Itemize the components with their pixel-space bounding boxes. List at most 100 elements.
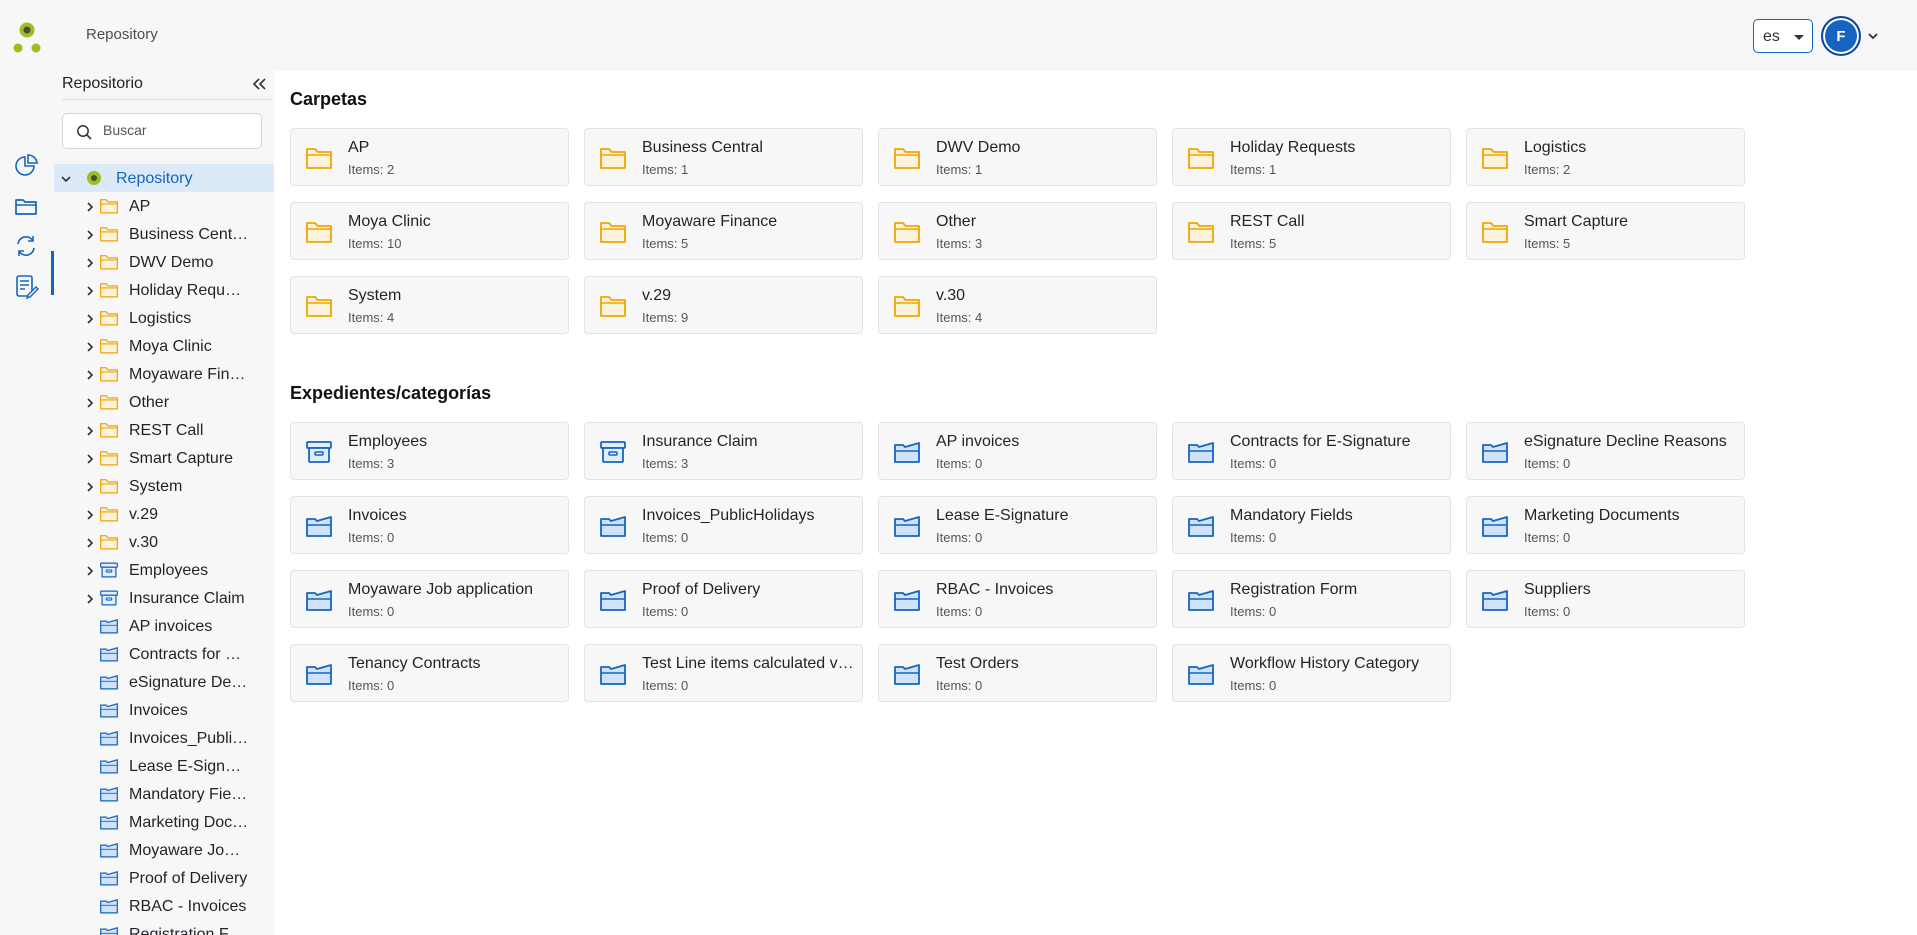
card-test-line-items-calculated-values[interactable]: Test Line items calculated values Items:… xyxy=(584,644,863,702)
card-suppliers[interactable]: Suppliers Items: 0 xyxy=(1466,570,1745,628)
card-other[interactable]: Other Items: 3 xyxy=(878,202,1157,260)
chevron-right-icon[interactable] xyxy=(84,312,96,324)
tree-item-invoices[interactable]: Invoices xyxy=(54,696,274,724)
tree-item-employees[interactable]: Employees xyxy=(54,556,274,584)
tree-item-v-29[interactable]: v.29 xyxy=(54,500,274,528)
chevron-right-icon[interactable] xyxy=(84,256,96,268)
tree-search[interactable] xyxy=(62,113,262,149)
card-business-central[interactable]: Business Central Items: 1 xyxy=(584,128,863,186)
tree-item-holiday-requests[interactable]: Holiday Requests xyxy=(54,276,274,304)
tree-item-dwv-demo[interactable]: DWV Demo xyxy=(54,248,274,276)
chevron-right-icon[interactable] xyxy=(84,368,96,380)
language-select[interactable]: es xyxy=(1753,19,1813,53)
card-dwv-demo[interactable]: DWV Demo Items: 1 xyxy=(878,128,1157,186)
tree-item-smart-capture[interactable]: Smart Capture xyxy=(54,444,274,472)
tree-item-system[interactable]: System xyxy=(54,472,274,500)
card-moya-clinic[interactable]: Moya Clinic Items: 10 xyxy=(290,202,569,260)
card-logistics[interactable]: Logistics Items: 2 xyxy=(1466,128,1745,186)
card-workflow-history-category[interactable]: Workflow History Category Items: 0 xyxy=(1172,644,1451,702)
tree-item-mandatory-fields[interactable]: Mandatory Fields xyxy=(54,780,274,808)
chevron-right-icon[interactable] xyxy=(84,200,96,212)
tree-item-moya-clinic[interactable]: Moya Clinic xyxy=(54,332,274,360)
card-name: Invoices_PublicHolidays xyxy=(642,507,815,524)
card-insurance-claim[interactable]: Insurance Claim Items: 3 xyxy=(584,422,863,480)
tree-item-esignature-decline-reasons[interactable]: eSignature Decline Reasons xyxy=(54,668,274,696)
tree-item-marketing-documents[interactable]: Marketing Documents xyxy=(54,808,274,836)
chevron-right-icon[interactable] xyxy=(84,452,96,464)
tree-item-label: Insurance Claim xyxy=(129,590,245,607)
chevron-right-icon[interactable] xyxy=(84,480,96,492)
tree-root-repository[interactable]: Repository xyxy=(54,164,274,192)
chevron-right-icon[interactable] xyxy=(84,228,96,240)
chevron-right-icon[interactable] xyxy=(84,424,96,436)
card-smart-capture[interactable]: Smart Capture Items: 5 xyxy=(1466,202,1745,260)
chevron-down-icon[interactable] xyxy=(1866,29,1880,43)
card-lease-e-signature[interactable]: Lease E-Signature Items: 0 xyxy=(878,496,1157,554)
tree-item-lease-e-signature[interactable]: Lease E-Signature xyxy=(54,752,274,780)
dashboard-pie-icon[interactable] xyxy=(11,151,41,181)
search-input[interactable] xyxy=(103,122,253,138)
card-v-29[interactable]: v.29 Items: 9 xyxy=(584,276,863,334)
card-test-orders[interactable]: Test Orders Items: 0 xyxy=(878,644,1157,702)
card-proof-of-delivery[interactable]: Proof of Delivery Items: 0 xyxy=(584,570,863,628)
tree-item-invoices-publicholidays[interactable]: Invoices_PublicHolidays xyxy=(54,724,274,752)
tree-item-insurance-claim[interactable]: Insurance Claim xyxy=(54,584,274,612)
chevron-right-icon[interactable] xyxy=(84,564,96,576)
tree-item-rest-call[interactable]: REST Call xyxy=(54,416,274,444)
chevron-down-icon[interactable] xyxy=(60,172,72,184)
tree-item-registration-form[interactable]: Registration Form xyxy=(54,920,274,935)
collapse-panel-icon[interactable] xyxy=(250,75,268,93)
tree-item-moyaware-job-application[interactable]: Moyaware Job application xyxy=(54,836,274,864)
tree-item-logistics[interactable]: Logistics xyxy=(54,304,274,332)
card-mandatory-fields[interactable]: Mandatory Fields Items: 0 xyxy=(1172,496,1451,554)
card-esignature-decline-reasons[interactable]: eSignature Decline Reasons Items: 0 xyxy=(1466,422,1745,480)
card-moyaware-finance[interactable]: Moyaware Finance Items: 5 xyxy=(584,202,863,260)
card-v-30[interactable]: v.30 Items: 4 xyxy=(878,276,1157,334)
chevron-right-icon[interactable] xyxy=(84,284,96,296)
card-registration-form[interactable]: Registration Form Items: 0 xyxy=(1172,570,1451,628)
tree-item-ap-invoices[interactable]: AP invoices xyxy=(54,612,274,640)
card-name: Lease E-Signature xyxy=(936,507,1069,524)
card-holiday-requests[interactable]: Holiday Requests Items: 1 xyxy=(1172,128,1451,186)
tree-item-ap[interactable]: AP xyxy=(54,192,274,220)
folder-icon xyxy=(99,449,119,467)
folder-icon[interactable] xyxy=(11,191,41,221)
tree-item-other[interactable]: Other xyxy=(54,388,274,416)
tree-item-proof-of-delivery[interactable]: Proof of Delivery xyxy=(54,864,274,892)
app-logo-icon[interactable] xyxy=(11,20,43,56)
chevron-right-icon[interactable] xyxy=(84,396,96,408)
card-name: v.29 xyxy=(642,287,672,304)
tree-item-label: Other xyxy=(129,394,170,411)
chevron-right-icon[interactable] xyxy=(84,340,96,352)
tree-item-label: Employees xyxy=(129,562,209,579)
card-contracts-for-e-signature[interactable]: Contracts for E-Signature Items: 0 xyxy=(1172,422,1451,480)
breadcrumb[interactable]: Repository xyxy=(86,26,158,43)
category-folder-icon xyxy=(305,661,333,687)
card-rest-call[interactable]: REST Call Items: 5 xyxy=(1172,202,1451,260)
category-folder-icon xyxy=(99,617,119,635)
card-tenancy-contracts[interactable]: Tenancy Contracts Items: 0 xyxy=(290,644,569,702)
card-rbac-invoices[interactable]: RBAC - Invoices Items: 0 xyxy=(878,570,1157,628)
card-invoices[interactable]: Invoices Items: 0 xyxy=(290,496,569,554)
card-name: Test Orders xyxy=(936,655,1019,672)
card-ap[interactable]: AP Items: 2 xyxy=(290,128,569,186)
chevron-right-icon[interactable] xyxy=(84,536,96,548)
tree-item-v-30[interactable]: v.30 xyxy=(54,528,274,556)
archive-box-icon xyxy=(99,589,119,607)
card-moyaware-job-application[interactable]: Moyaware Job application Items: 0 xyxy=(290,570,569,628)
tree-item-rbac-invoices[interactable]: RBAC - Invoices xyxy=(54,892,274,920)
category-folder-icon xyxy=(99,841,119,859)
card-invoices-publicholidays[interactable]: Invoices_PublicHolidays Items: 0 xyxy=(584,496,863,554)
chevron-right-icon[interactable] xyxy=(84,592,96,604)
card-employees[interactable]: Employees Items: 3 xyxy=(290,422,569,480)
card-ap-invoices[interactable]: AP invoices Items: 0 xyxy=(878,422,1157,480)
tree-item-business-central[interactable]: Business Central xyxy=(54,220,274,248)
tasks-icon[interactable] xyxy=(11,271,41,301)
tree-item-contracts-for-e-signature[interactable]: Contracts for E-Signature xyxy=(54,640,274,668)
card-system[interactable]: System Items: 4 xyxy=(290,276,569,334)
card-marketing-documents[interactable]: Marketing Documents Items: 0 xyxy=(1466,496,1745,554)
user-avatar[interactable]: F xyxy=(1821,16,1861,56)
tree-item-moyaware-finance[interactable]: Moyaware Finance xyxy=(54,360,274,388)
chevron-right-icon[interactable] xyxy=(84,508,96,520)
sync-icon[interactable] xyxy=(11,231,41,261)
